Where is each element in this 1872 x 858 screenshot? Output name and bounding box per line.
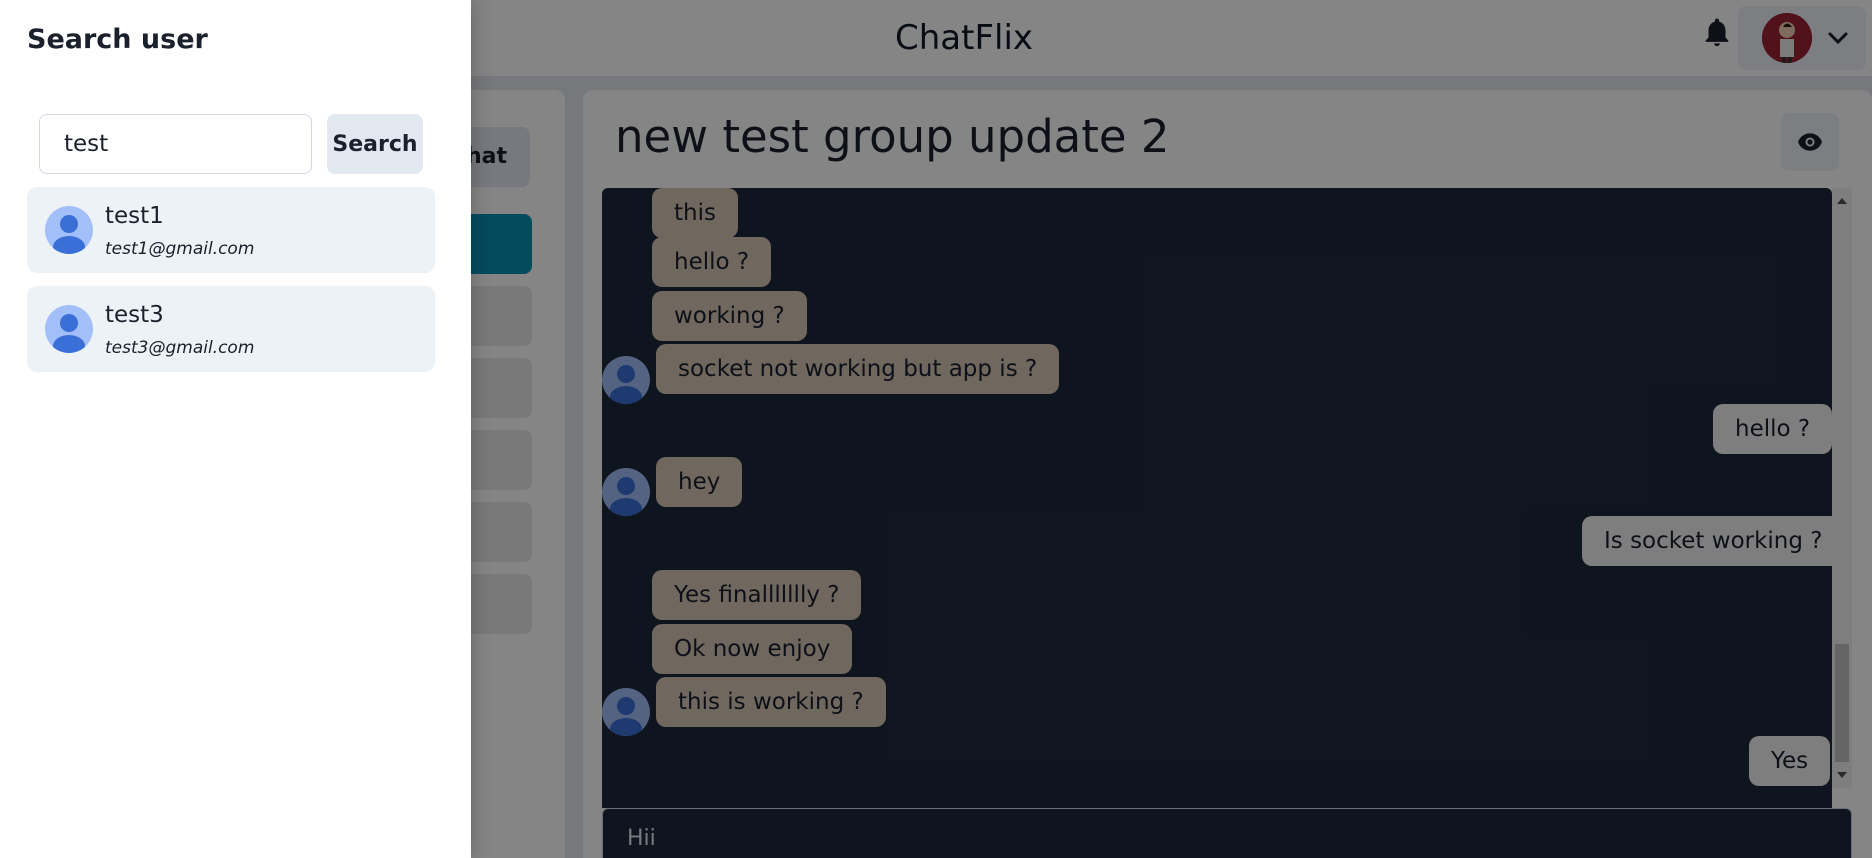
search-input[interactable] [39,114,312,174]
user-email: test1@gmail.com [105,239,255,259]
user-email: test3@gmail.com [105,338,255,358]
drawer-title: Search user [27,24,208,55]
user-name: test3 [105,302,164,328]
user-name: test1 [105,203,164,229]
user-result-item[interactable]: test3 test3@gmail.com [27,286,435,372]
avatar [45,305,93,353]
avatar [45,206,93,254]
user-result-item[interactable]: test1 test1@gmail.com [27,187,435,273]
search-button[interactable]: Search [327,114,423,174]
search-user-drawer: Search user Search test1 test1@gmail.com… [0,0,471,858]
